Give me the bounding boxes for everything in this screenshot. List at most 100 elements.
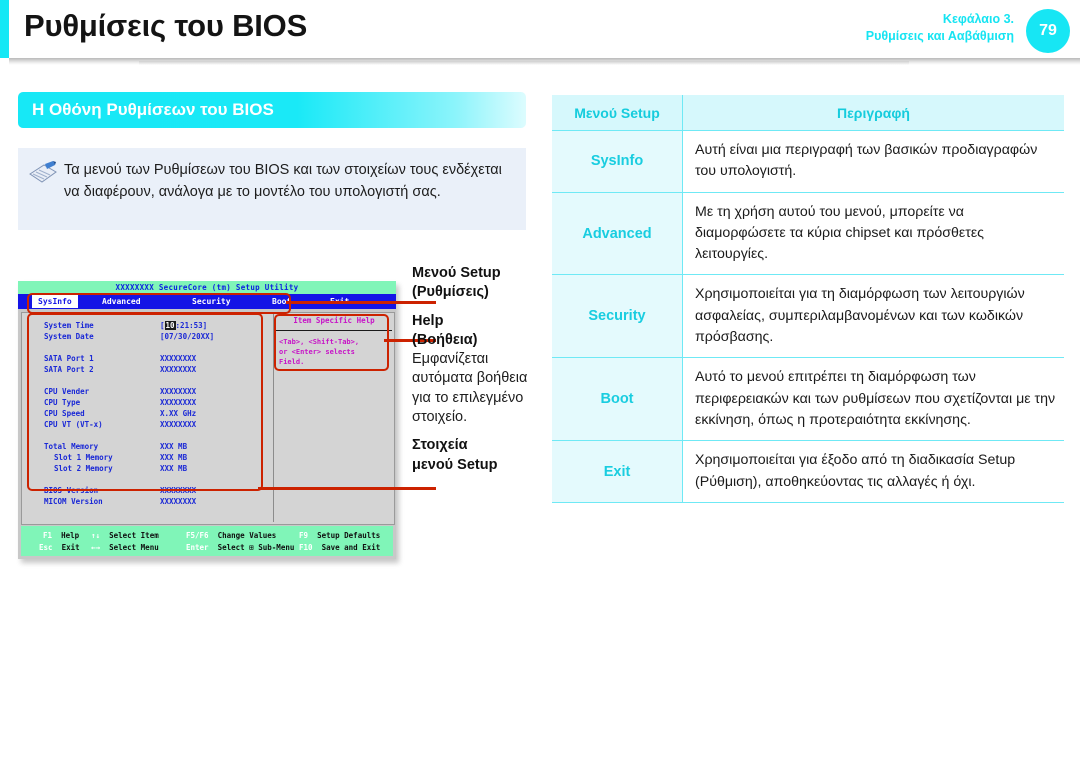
bios-item-label: SATA Port 2 (44, 365, 94, 374)
bios-key-f1: F1 Help (43, 531, 80, 540)
bios-key-enter: Enter Select ⊞ Sub-Menu (186, 543, 295, 552)
note-pencil-icon (28, 161, 58, 187)
bios-item-label: CPU Speed (44, 409, 85, 418)
page-header: Ρυθμίσεις του BIOS Κεφάλαιο 3. Ρυθμίσεις… (0, 0, 1080, 65)
bios-key-f9: F9 Setup Defaults (299, 531, 381, 540)
table-cell-desc-boot: Αυτό το μενού επιτρέπει τη διαμόρφωση τω… (682, 357, 1064, 442)
bios-item-total-memory[interactable]: Total Memory XXX MB (22, 442, 272, 453)
bios-items-pane: System Time [10:21:53] System Date [07/3… (22, 313, 272, 522)
bios-item-label: SATA Port 1 (44, 354, 94, 363)
header-divider (9, 58, 1080, 65)
bios-body: System Time [10:21:53] System Date [07/3… (21, 312, 395, 525)
bios-item-value: XXXXXXXX (160, 398, 197, 407)
table-row: Security Χρησιμοποιείται για τη διαμόρφω… (552, 274, 1064, 359)
section-title: Η Οθόνη Ρυθμίσεων του BIOS (32, 100, 274, 119)
table-header-row: Μενού Setup Περιγραφή (552, 95, 1064, 131)
callout-help: Help (Βοήθεια) Εμφανίζεται αυτόματα βοήθ… (412, 312, 542, 428)
bios-item-value: XXXXXXXX (160, 486, 197, 495)
bios-help-title: Item Specific Help (293, 316, 375, 325)
chapter-label: Κεφάλαιο 3. (942, 12, 1014, 26)
bios-item-label: System Date (44, 332, 94, 341)
table-row: SysInfo Αυτή είναι μια περιγραφή των βασ… (552, 130, 1064, 193)
bios-item-label: MICOM Version (44, 497, 103, 506)
page-title: Ρυθμίσεις του BIOS (24, 8, 308, 43)
bios-item-value: XXXXXXXX (160, 420, 197, 429)
bios-item-label: CPU Type (44, 398, 81, 407)
bios-key-leftright: ←→ Select Menu (91, 543, 159, 552)
bios-key-f10: F10 Save and Exit (299, 543, 381, 552)
note-box: Τα μενού των Ρυθμίσεων του BIOS και των … (18, 148, 526, 230)
bios-menu-exit[interactable]: Exit (324, 295, 355, 308)
bios-item-label: BIOS Version (44, 486, 99, 495)
bios-menu-boot[interactable]: Boot (266, 295, 297, 308)
bios-item-value: X.XX GHz (160, 409, 197, 418)
callout-setup-menu-line2: (Ρυθμίσεις) (412, 284, 489, 301)
bios-screen: XXXXXXXX SecureCore (tm) Setup Utility S… (18, 281, 396, 559)
bios-title: XXXXXXXX SecureCore (tm) Setup Utility (18, 281, 396, 294)
table-cell-desc-sysinfo: Αυτή είναι μια περιγραφή των βασικών προ… (682, 130, 1064, 193)
callout-help-description: Εμφανίζεται αυτόματα βοήθεια για το επιλ… (412, 351, 528, 425)
bios-item-value: XXX MB (160, 442, 188, 451)
setup-menu-table: Μενού Setup Περιγραφή SysInfo Αυτή είναι… (552, 95, 1064, 503)
bios-item-value: XXXXXXXX (160, 387, 197, 396)
note-text: Τα μενού των Ρυθμίσεων του BIOS και των … (64, 162, 502, 201)
bios-help-text: <Tab>, <Shift-Tab>, or <Enter> selects F… (279, 337, 391, 367)
bios-key-esc: Esc Exit (39, 543, 80, 552)
bios-key-f5f6: F5/F6 Change Values (186, 531, 277, 540)
header-chapter-block: Κεφάλαιο 3. Ρυθμίσεις και Ααβάθμιση (866, 11, 1014, 45)
bios-item-cpu-vt[interactable]: CPU VT (VT-x) XXXXXXXX (22, 420, 272, 431)
bios-menu-advanced[interactable]: Advanced (96, 295, 147, 308)
table-row: Boot Αυτό το μενού επιτρέπει τη διαμόρφω… (552, 357, 1064, 442)
table-cell-menu-advanced: Advanced (552, 192, 683, 276)
bios-help-line-2: or <Enter> selects (279, 348, 355, 357)
bios-item-cpu-speed[interactable]: CPU Speed X.XX GHz (22, 409, 272, 420)
table-cell-menu-exit: Exit (552, 440, 683, 503)
bios-item-value: XXXXXXXX (160, 497, 197, 506)
bios-item-label: System Time (44, 321, 94, 330)
bios-help-pane: Item Specific Help <Tab>, <Shift-Tab>, o… (273, 313, 394, 522)
callout-help-line2: (Βοήθεια) (412, 331, 478, 348)
bios-item-value: XXXXXXXX (160, 354, 197, 363)
section-title-bar: Η Οθόνη Ρυθμίσεων του BIOS (18, 92, 526, 128)
callout-setup-menu-line1: Μενού Setup (412, 265, 501, 281)
callout-setup-menu: Μενού Setup (Ρυθμίσεις) (412, 264, 542, 303)
bios-item-slot-2-memory[interactable]: Slot 2 Memory XXX MB (22, 464, 272, 475)
bios-menu-bar: SysInfo Advanced Security Boot Exit (18, 294, 396, 309)
table-row: Exit Χρησιμοποιείται για έξοδο από τη δι… (552, 440, 1064, 503)
bios-item-value: XXX MB (160, 453, 188, 462)
bios-item-bios-version[interactable]: BIOS Version XXXXXXXX (22, 486, 272, 497)
bios-item-sata-port-2[interactable]: SATA Port 2 XXXXXXXX (22, 365, 272, 376)
bios-item-cpu-vender[interactable]: CPU Vender XXXXXXXX (22, 387, 272, 398)
bios-item-cpu-type[interactable]: CPU Type XXXXXXXX (22, 398, 272, 409)
chapter-subtitle: Ρυθμίσεις και Ααβάθμιση (865, 28, 1014, 43)
bios-menu-sysinfo[interactable]: SysInfo (32, 295, 78, 308)
header-accent-bar (0, 0, 9, 58)
bios-item-slot-1-memory[interactable]: Slot 1 Memory XXX MB (22, 453, 272, 464)
table-cell-menu-sysinfo: SysInfo (552, 130, 683, 193)
table-header-description: Περιγραφή (682, 95, 1064, 131)
bios-item-label: Slot 1 Memory (54, 453, 113, 462)
table-cell-desc-security: Χρησιμοποιείται για τη διαμόρφωση των λε… (682, 274, 1064, 359)
bios-item-sata-port-1[interactable]: SATA Port 1 XXXXXXXX (22, 354, 272, 365)
bios-item-system-date[interactable]: System Date [07/30/20XX] (22, 332, 272, 343)
bios-item-label: CPU Vender (44, 387, 90, 396)
table-row: Advanced Με τη χρήση αυτού του μενού, μπ… (552, 192, 1064, 276)
bios-item-label: Slot 2 Memory (54, 464, 113, 473)
bios-help-divider (276, 330, 392, 331)
bios-item-value: [10:21:53] (160, 321, 208, 330)
bios-setup-screenshot: XXXXXXXX SecureCore (tm) Setup Utility S… (18, 281, 436, 566)
bios-item-value: XXX MB (160, 464, 188, 473)
page-number-badge: 79 (1026, 9, 1070, 53)
bios-item-micom-version[interactable]: MICOM Version XXXXXXXX (22, 497, 272, 508)
bios-help-line-1: <Tab>, <Shift-Tab>, (279, 338, 360, 346)
bios-item-value: [07/30/20XX] (160, 332, 215, 341)
table-cell-menu-security: Security (552, 274, 683, 359)
table-cell-menu-boot: Boot (552, 357, 683, 442)
bios-item-system-time[interactable]: System Time [10:21:53] (22, 321, 272, 332)
bios-menu-security[interactable]: Security (186, 295, 237, 308)
callout-setup-items: Στοιχεία μενού Setup (412, 436, 542, 475)
bios-item-label: Total Memory (44, 442, 99, 451)
callout-setup-items-line2: μενού Setup (412, 456, 498, 473)
callout-labels: Μενού Setup (Ρυθμίσεις) Help (Βοήθεια) Ε… (412, 264, 542, 484)
bios-item-value: XXXXXXXX (160, 365, 197, 374)
